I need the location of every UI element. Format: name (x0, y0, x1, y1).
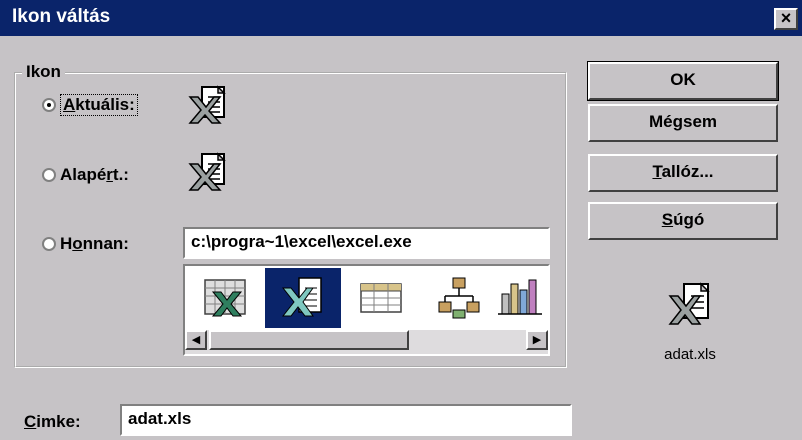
icon-list-item[interactable] (187, 268, 263, 328)
current-icon-preview (188, 85, 226, 124)
scroll-right-button[interactable]: ▶ (526, 330, 548, 350)
radio-current-indicator[interactable] (42, 98, 56, 112)
radio-default-indicator[interactable] (42, 168, 56, 182)
preview-excel-icon (668, 282, 710, 325)
org-chart-icon (438, 277, 480, 319)
excel-doc-icon (281, 277, 322, 317)
icon-list-item-selected[interactable] (265, 268, 341, 328)
radio-from-label: Honnan: (60, 234, 129, 253)
horizontal-scrollbar[interactable]: ◀ ▶ (185, 330, 548, 354)
caption-input[interactable]: adat.xls (120, 404, 572, 436)
bar-chart-icon (498, 279, 542, 315)
radio-default-label: Alapért.: (60, 165, 129, 184)
window-title: Ikon váltás (12, 6, 111, 27)
radio-from[interactable]: Honnan: (42, 234, 129, 254)
table-grid-icon (360, 283, 402, 313)
caption-label: Cimke: (24, 412, 81, 431)
excel-sheet-icon (204, 279, 246, 317)
cancel-button[interactable]: Mégsem (588, 104, 778, 142)
help-button[interactable]: Súgó (588, 202, 778, 240)
title-bar: Ikon váltás × (0, 0, 802, 36)
browse-button[interactable]: Tallóz... (588, 154, 778, 192)
arrow-left-icon: ◀ (191, 334, 201, 346)
close-button[interactable]: × (774, 8, 798, 30)
group-legend: Ikon (22, 62, 65, 82)
radio-default[interactable]: Alapért.: (42, 165, 129, 185)
icon-list-item[interactable] (489, 268, 547, 328)
ok-button[interactable]: OK (587, 61, 779, 101)
close-icon: × (780, 8, 792, 28)
path-input[interactable]: c:\progra~1\excel\excel.exe (183, 227, 550, 259)
radio-current-label: Aktuális: (60, 94, 138, 116)
radio-current[interactable]: Aktuális: (42, 94, 138, 116)
arrow-right-icon: ▶ (532, 334, 542, 346)
scroll-left-button[interactable]: ◀ (185, 330, 207, 350)
icon-list[interactable]: ◀ ▶ (183, 264, 550, 356)
radio-from-indicator[interactable] (42, 237, 56, 251)
default-icon-preview (188, 152, 226, 191)
icon-list-item[interactable] (343, 268, 419, 328)
icon-list-item[interactable] (421, 268, 497, 328)
scroll-thumb[interactable] (209, 330, 409, 350)
preview-filename: adat.xls (664, 346, 716, 363)
